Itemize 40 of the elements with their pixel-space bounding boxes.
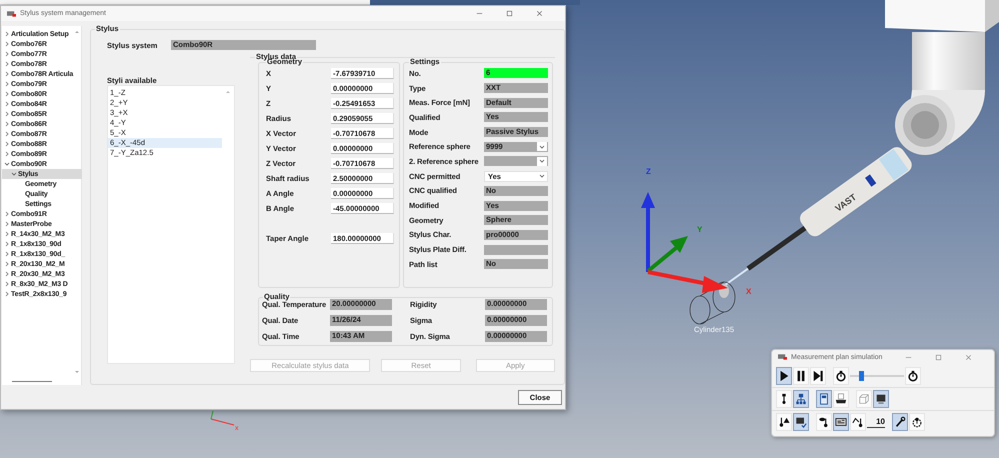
axis-label: X bbox=[746, 287, 752, 296]
maximize-icon[interactable] bbox=[934, 352, 943, 362]
gear-probe-icon bbox=[911, 416, 923, 428]
monitor-icon bbox=[875, 393, 887, 405]
app-logo-icon bbox=[7, 10, 16, 16]
tray-icon bbox=[835, 393, 847, 405]
stopwatch-icon bbox=[907, 370, 919, 382]
chevron-down-icon bbox=[538, 144, 544, 150]
chevron-down-icon bbox=[538, 173, 544, 180]
pause-icon bbox=[795, 370, 807, 382]
toolbar-button[interactable] bbox=[833, 413, 849, 431]
cube-icon bbox=[858, 393, 870, 405]
toolbar-button[interactable] bbox=[873, 390, 889, 408]
app-logo-icon bbox=[778, 354, 787, 360]
scrollbar[interactable] bbox=[12, 381, 52, 382]
cylinder-drawing bbox=[690, 282, 736, 324]
toolbar-button[interactable] bbox=[793, 413, 809, 431]
toolbar-button[interactable] bbox=[816, 390, 832, 408]
close-icon[interactable] bbox=[964, 352, 973, 362]
toolbar-button[interactable] bbox=[892, 413, 908, 431]
axis-label: Z bbox=[646, 167, 651, 176]
play-icon bbox=[778, 370, 790, 382]
axis-label: Y bbox=[697, 225, 702, 234]
monitor-check-icon bbox=[795, 416, 807, 428]
eye-probe-icon bbox=[818, 416, 830, 428]
stopwatch-icon bbox=[835, 370, 847, 382]
network-icon bbox=[795, 393, 807, 405]
mini-axis-drawing bbox=[210, 410, 234, 426]
skip-icon bbox=[812, 370, 824, 382]
chevron-down-icon bbox=[538, 158, 544, 164]
number-field[interactable]: 10 bbox=[867, 416, 885, 428]
card-icon bbox=[818, 393, 830, 405]
probe-warning-icon bbox=[778, 416, 790, 428]
speed-slider[interactable] bbox=[850, 370, 904, 380]
close-icon[interactable] bbox=[535, 9, 544, 18]
maximize-icon[interactable] bbox=[505, 9, 514, 18]
path-probe-icon bbox=[852, 416, 864, 428]
toolbar-button[interactable] bbox=[776, 366, 792, 384]
wrench-icon bbox=[894, 416, 906, 428]
panel-icon bbox=[835, 416, 847, 428]
